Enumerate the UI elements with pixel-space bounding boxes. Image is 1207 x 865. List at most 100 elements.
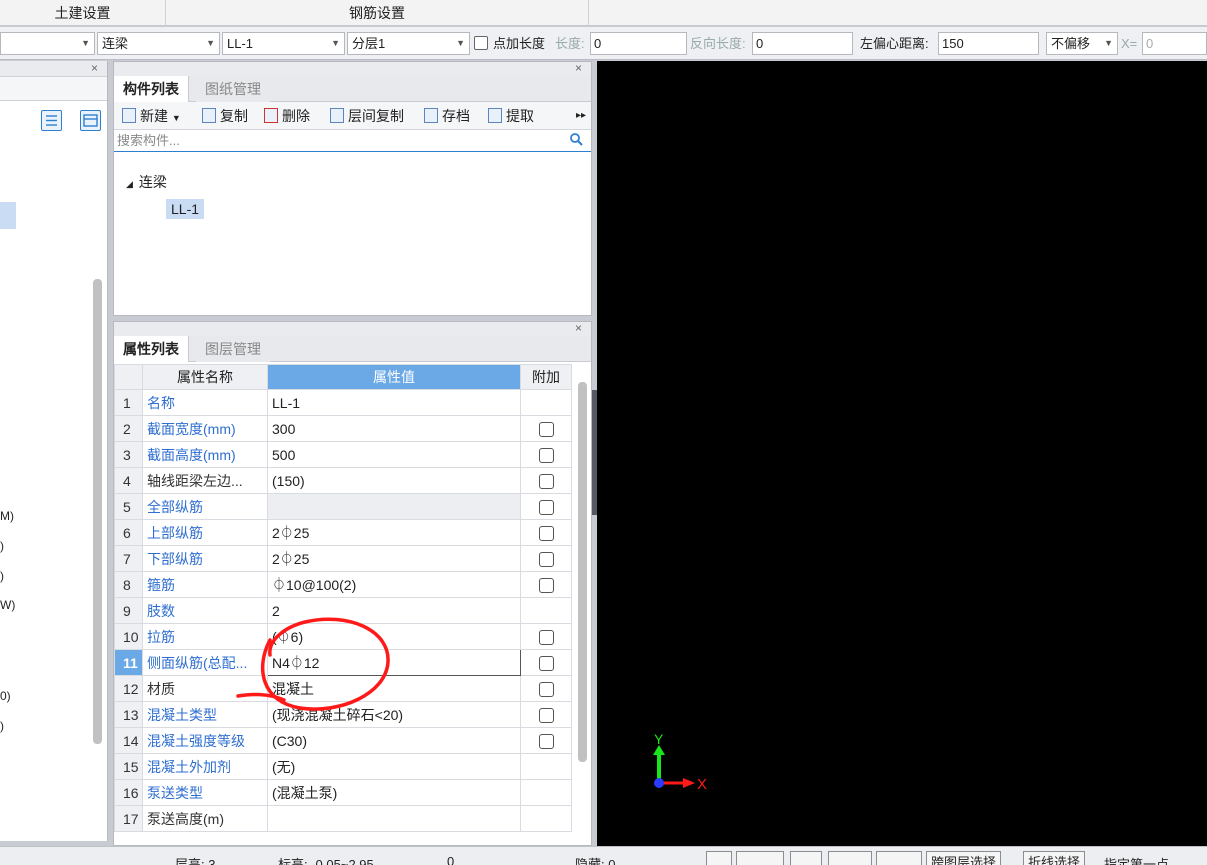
grid-view-icon[interactable]: [80, 110, 101, 131]
close-icon[interactable]: ×: [575, 321, 582, 335]
table-row[interactable]: 12 材质 混凝土: [114, 675, 572, 702]
delete-button[interactable]: 删除: [264, 106, 310, 126]
tree-node-ll1[interactable]: LL-1: [166, 199, 205, 219]
search-input[interactable]: [114, 130, 554, 150]
table-row[interactable]: 4 轴线距梁左边... (150): [114, 467, 572, 494]
cross-layer-select-button[interactable]: 跨图层选择: [926, 851, 1002, 865]
plus-select-button[interactable]: [876, 851, 922, 865]
table-row[interactable]: 16 泵送类型 (混凝土泵): [114, 779, 572, 806]
new-button[interactable]: 新建 ▼: [122, 106, 181, 126]
archive-label: 存档: [442, 108, 470, 124]
property-scrollbar[interactable]: [578, 382, 587, 762]
left-scrollbar[interactable]: [93, 279, 102, 744]
table-row[interactable]: 6 上部纵筋 2⏀25: [114, 519, 572, 546]
add-length-checkbox[interactable]: [474, 36, 488, 50]
cross-select-button[interactable]: [790, 851, 822, 865]
polyline-select-button[interactable]: 折线选择: [1023, 851, 1086, 865]
extra-checkbox[interactable]: [538, 499, 554, 515]
property-name: 上部纵筋: [142, 519, 268, 546]
ribbon-tabs: 土建设置 钢筋设置: [0, 0, 1207, 26]
table-row[interactable]: 3 截面高度(mm) 500: [114, 441, 572, 468]
table-row[interactable]: 15 混凝土外加剂 (无): [114, 753, 572, 780]
table-row[interactable]: 14 混凝土强度等级 (C30): [114, 727, 572, 754]
table-row[interactable]: 11 侧面纵筋(总配... N4⏀12: [114, 649, 572, 676]
extra-cell: [520, 649, 572, 676]
left-selected-item[interactable]: [0, 202, 16, 229]
property-value[interactable]: (现浇混凝土碎石<20): [267, 701, 521, 728]
tab-civil-settings[interactable]: 土建设置: [0, 0, 166, 26]
table-row[interactable]: 1 名称 LL-1: [114, 389, 572, 416]
extra-checkbox[interactable]: [538, 629, 554, 645]
angle-select-button[interactable]: [828, 851, 872, 865]
extra-checkbox[interactable]: [538, 655, 554, 671]
table-row[interactable]: 9 肢数 2: [114, 597, 572, 624]
extra-checkbox[interactable]: [538, 577, 554, 593]
table-row[interactable]: 5 全部纵筋: [114, 493, 572, 520]
tab-rebar-settings[interactable]: 钢筋设置: [166, 0, 589, 26]
property-value[interactable]: (混凝土泵): [267, 779, 521, 806]
floor-combo[interactable]: ▼: [0, 32, 95, 55]
table-row[interactable]: 7 下部纵筋 2⏀25: [114, 545, 572, 572]
property-value[interactable]: (无): [267, 753, 521, 780]
search-icon[interactable]: [569, 132, 583, 149]
copy-button[interactable]: 复制: [202, 106, 248, 126]
property-value[interactable]: LL-1: [267, 389, 521, 416]
layer-combo[interactable]: 分层1 ▼: [347, 32, 470, 55]
property-value[interactable]: 2⏀25: [267, 519, 521, 546]
property-name: 拉筋: [142, 623, 268, 650]
extra-checkbox[interactable]: [538, 421, 554, 437]
tab-attribute-list[interactable]: 属性列表: [114, 336, 189, 362]
drawing-canvas[interactable]: Y X: [597, 61, 1207, 846]
chevron-down-icon: ▼: [1104, 38, 1113, 48]
tab-layer-manage[interactable]: 图层管理: [196, 336, 270, 362]
close-icon[interactable]: ×: [575, 61, 582, 75]
property-value[interactable]: 500: [267, 441, 521, 468]
table-row[interactable]: 17 泵送高度(m): [114, 805, 572, 832]
shift-combo[interactable]: 不偏移 ▼: [1046, 32, 1118, 55]
close-icon[interactable]: ×: [91, 61, 98, 75]
table-row[interactable]: 10 拉筋 (⏀6): [114, 623, 572, 650]
floor-copy-button[interactable]: 层间复制: [330, 106, 404, 126]
property-value[interactable]: (150): [267, 467, 521, 494]
component-type-combo[interactable]: 连梁 ▼: [97, 32, 220, 55]
list-view-icon[interactable]: [41, 110, 62, 131]
table-row[interactable]: 8 箍筋 ⏀10@100(2): [114, 571, 572, 598]
property-value[interactable]: N4⏀12: [267, 649, 521, 676]
component-name-combo[interactable]: LL-1 ▼: [222, 32, 345, 55]
extract-button[interactable]: 提取: [488, 106, 534, 126]
reverse-length-input[interactable]: 0: [752, 32, 853, 55]
expand-icon[interactable]: ◢: [126, 179, 133, 189]
more-icon[interactable]: ▸▸: [576, 106, 586, 126]
extra-checkbox[interactable]: [538, 707, 554, 723]
extra-checkbox[interactable]: [538, 525, 554, 541]
extra-checkbox[interactable]: [538, 551, 554, 567]
extra-checkbox[interactable]: [538, 681, 554, 697]
chevron-down-icon: ▼: [206, 38, 215, 48]
property-value[interactable]: 300: [267, 415, 521, 442]
table-row[interactable]: 2 截面宽度(mm) 300: [114, 415, 572, 442]
property-value[interactable]: ⏀10@100(2): [267, 571, 521, 598]
snap-button[interactable]: [706, 851, 732, 865]
property-value[interactable]: 混凝土: [267, 675, 521, 702]
tree-node-coupling-beam[interactable]: ◢ 连梁: [126, 172, 167, 192]
tab-component-list[interactable]: 构件列表: [114, 76, 189, 102]
property-name: 全部纵筋: [142, 493, 268, 520]
property-value[interactable]: [267, 493, 521, 520]
property-value[interactable]: [267, 805, 521, 832]
property-value[interactable]: 2⏀25: [267, 545, 521, 572]
x-input[interactable]: 0: [1142, 32, 1207, 55]
tab-drawing-manage[interactable]: 图纸管理: [196, 76, 270, 102]
floor-height-text: 层高: 3: [175, 857, 216, 865]
length-input[interactable]: 0: [590, 32, 687, 55]
property-value[interactable]: (C30): [267, 727, 521, 754]
select-mode-button[interactable]: [736, 851, 784, 865]
extra-checkbox[interactable]: [538, 733, 554, 749]
column-header-value[interactable]: 属性值: [267, 364, 521, 390]
archive-button[interactable]: 存档: [424, 106, 470, 126]
extra-checkbox[interactable]: [538, 473, 554, 489]
property-value[interactable]: 2: [267, 597, 521, 624]
property-value[interactable]: (⏀6): [267, 623, 521, 650]
offset-input[interactable]: 150: [938, 32, 1039, 55]
table-row[interactable]: 13 混凝土类型 (现浇混凝土碎石<20): [114, 701, 572, 728]
extra-checkbox[interactable]: [538, 447, 554, 463]
